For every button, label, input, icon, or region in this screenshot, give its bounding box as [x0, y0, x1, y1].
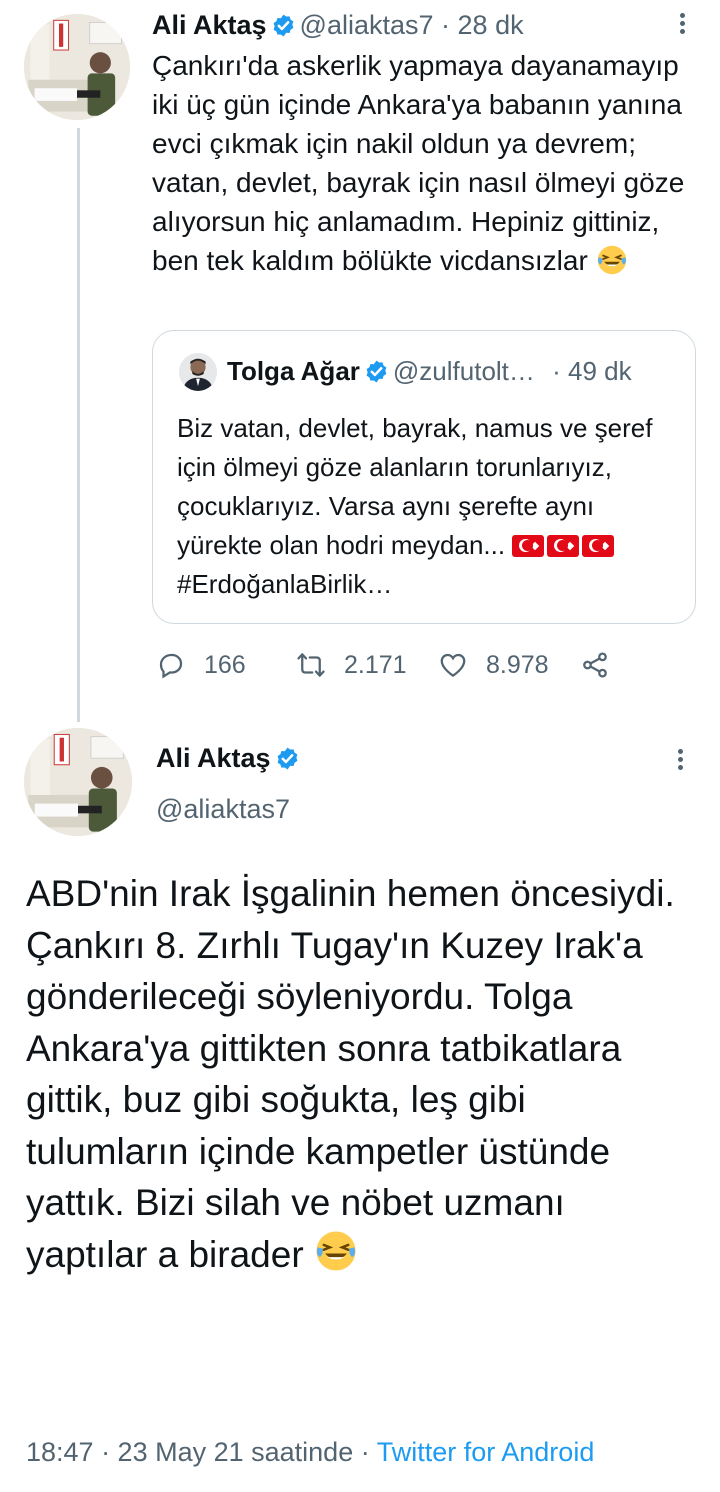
like-button[interactable]: 8.978 [438, 645, 549, 685]
author-name[interactable]: Ali Aktaş [152, 10, 267, 40]
reply-icon [159, 653, 183, 679]
tweet-text: Çankırı'da askerlik yapmaya dayanamayıp … [152, 50, 685, 276]
tweet-time[interactable]: · 28 dk [441, 10, 524, 40]
turkey-flag-icon [547, 535, 580, 557]
heart-icon [440, 653, 466, 677]
author-name[interactable]: Ali Aktaş [156, 741, 304, 775]
verified-badge-icon [366, 360, 387, 383]
avatar[interactable] [24, 728, 132, 836]
laughing-tears-emoji-icon [597, 245, 626, 275]
laughing-tears-emoji-icon [316, 1230, 356, 1271]
share-button[interactable] [580, 645, 628, 685]
retweet-button[interactable]: 2.171 [296, 645, 407, 685]
avatar[interactable] [24, 14, 130, 120]
quoted-tweet-time: · 49 dk [552, 356, 632, 386]
quoted-tweet-header: Tolga Ağar @zulfutoltoltol · 49 dk [227, 353, 632, 389]
turkey-flag-icon [512, 535, 545, 557]
quoted-author-name: Tolga Ağar [227, 356, 360, 386]
turkey-flag-icon [582, 535, 615, 557]
quoted-author-handle: @zulfutoltoltol [392, 356, 545, 386]
more-options-icon[interactable] [672, 746, 688, 776]
tweet-timestamp[interactable]: 18:47 · 23 May 21 saatinde · [26, 1437, 377, 1467]
quoted-author-avatar [179, 353, 217, 391]
tweet-metadata: 18:47 · 23 May 21 saatinde · Twitter for… [26, 1434, 594, 1470]
tweet-header: Ali Aktaş @aliaktas7 · 28 dk [152, 8, 524, 42]
retweet-icon [297, 653, 325, 677]
share-icon [583, 652, 607, 678]
retweet-count: 2.171 [344, 650, 407, 679]
quoted-avatar-photo [179, 353, 217, 391]
avatar-photo [24, 14, 130, 120]
verified-badge-icon [273, 14, 293, 37]
tweet-source-link[interactable]: Twitter for Android [377, 1437, 595, 1467]
hashtag: #ErdoğanlaBirlik… [177, 569, 393, 599]
reply-button[interactable]: 166 [156, 645, 246, 685]
author-handle[interactable]: @aliaktas7 [300, 10, 434, 40]
verified-badge-icon [277, 747, 297, 770]
avatar-photo [24, 728, 132, 836]
quoted-tweet-card[interactable]: Tolga Ağar @zulfutoltoltol · 49 dk Biz va… [152, 330, 696, 624]
author-handle[interactable]: @aliaktas7 [156, 792, 290, 826]
tweet-text: ABD'nin Irak İşgalinin hemen öncesiydi. … [26, 873, 675, 1275]
reply-count: 166 [204, 650, 246, 679]
more-options-icon[interactable] [674, 10, 690, 40]
quoted-tweet-text: Biz vatan, devlet, bayrak, namus ve şere… [177, 413, 653, 599]
thread-connector-line [77, 128, 80, 722]
like-count: 8.978 [486, 650, 549, 679]
